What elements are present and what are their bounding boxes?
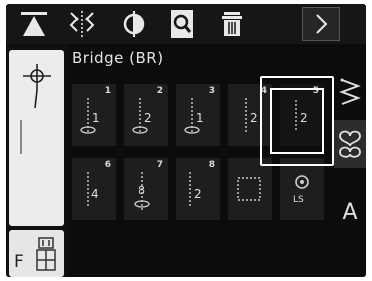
- svg-text:1: 1: [92, 111, 100, 125]
- stitch-cell-9[interactable]: [228, 158, 272, 220]
- stitch-cell-6[interactable]: 6 4: [72, 158, 116, 220]
- button-sew-icon: LS: [293, 175, 309, 205]
- stitch-cell-1[interactable]: 1 1: [72, 84, 116, 146]
- svg-text:1: 1: [196, 111, 204, 125]
- buttonhole-stitch-icon: 2: [189, 172, 202, 208]
- bottom-bar: [68, 236, 366, 277]
- svg-text:4: 4: [91, 187, 99, 201]
- buttonhole-stitch-icon: 1: [184, 98, 204, 134]
- needle-stop-position-icon: [21, 12, 47, 36]
- stitch-cell-3[interactable]: 3 1: [176, 84, 220, 146]
- buttonhole-stitch-icon: 2: [132, 98, 152, 134]
- buttonhole-stitch-icon: 8: [134, 172, 150, 210]
- presser-foot-pressure-panel[interactable]: [9, 50, 64, 226]
- svg-text:2: 2: [194, 187, 202, 201]
- stitch-cell-7[interactable]: 7 8: [124, 158, 168, 220]
- foot-label: F: [14, 252, 24, 272]
- svg-text:LS: LS: [293, 195, 304, 205]
- alphabet-label: A: [342, 199, 358, 225]
- buttonhole-stitch-icon: 1: [80, 98, 100, 134]
- buttonhole-stitch-icon: 4: [87, 172, 99, 206]
- stitch-cell-2[interactable]: 2 2: [124, 84, 168, 146]
- zoom-preview-button[interactable]: [162, 7, 202, 41]
- stitch-category-title: Bridge (BR): [72, 49, 164, 67]
- alphabet-button[interactable]: A: [334, 188, 366, 236]
- balance-button[interactable]: [114, 7, 154, 41]
- mirror-image-icon: [69, 11, 95, 37]
- next-arrow-icon: [316, 14, 328, 34]
- square-stitch-icon: [237, 177, 261, 201]
- presser-foot-icon: [20, 64, 51, 154]
- svg-text:2: 2: [250, 111, 258, 125]
- decorative-stitches-button[interactable]: [334, 120, 366, 168]
- zoom-preview-icon: [171, 10, 193, 38]
- selected-stitch-inner-frame: [270, 88, 324, 154]
- needle-stop-position-button[interactable]: [14, 7, 54, 41]
- zigzag-stitch-icon: [339, 78, 361, 105]
- top-toolbar: [6, 4, 366, 44]
- stitch-cell-8[interactable]: 8 2: [176, 158, 220, 220]
- mirror-image-button[interactable]: [62, 7, 102, 41]
- practical-stitches-button[interactable]: [334, 70, 366, 118]
- delete-button[interactable]: [212, 7, 252, 41]
- balance-icon: [123, 11, 145, 37]
- next-page-button[interactable]: [302, 7, 340, 41]
- selected-stitch-indicator: [260, 76, 334, 166]
- stitch-cell-10[interactable]: LS: [280, 158, 324, 220]
- svg-text:2: 2: [144, 111, 152, 125]
- foot-icon: [36, 237, 56, 271]
- decorative-stitch-icon: [339, 130, 361, 158]
- left-sidebar: F: [6, 44, 68, 277]
- sewing-machine-screen: F Bridge (BR) 1 1 2 2 3 1 4 2 5 2 6 4 7 …: [6, 4, 366, 277]
- right-sidebar: A: [334, 70, 366, 240]
- delete-icon: [222, 12, 242, 36]
- foot-selection-panel[interactable]: F: [9, 230, 64, 277]
- svg-text:8: 8: [138, 184, 145, 197]
